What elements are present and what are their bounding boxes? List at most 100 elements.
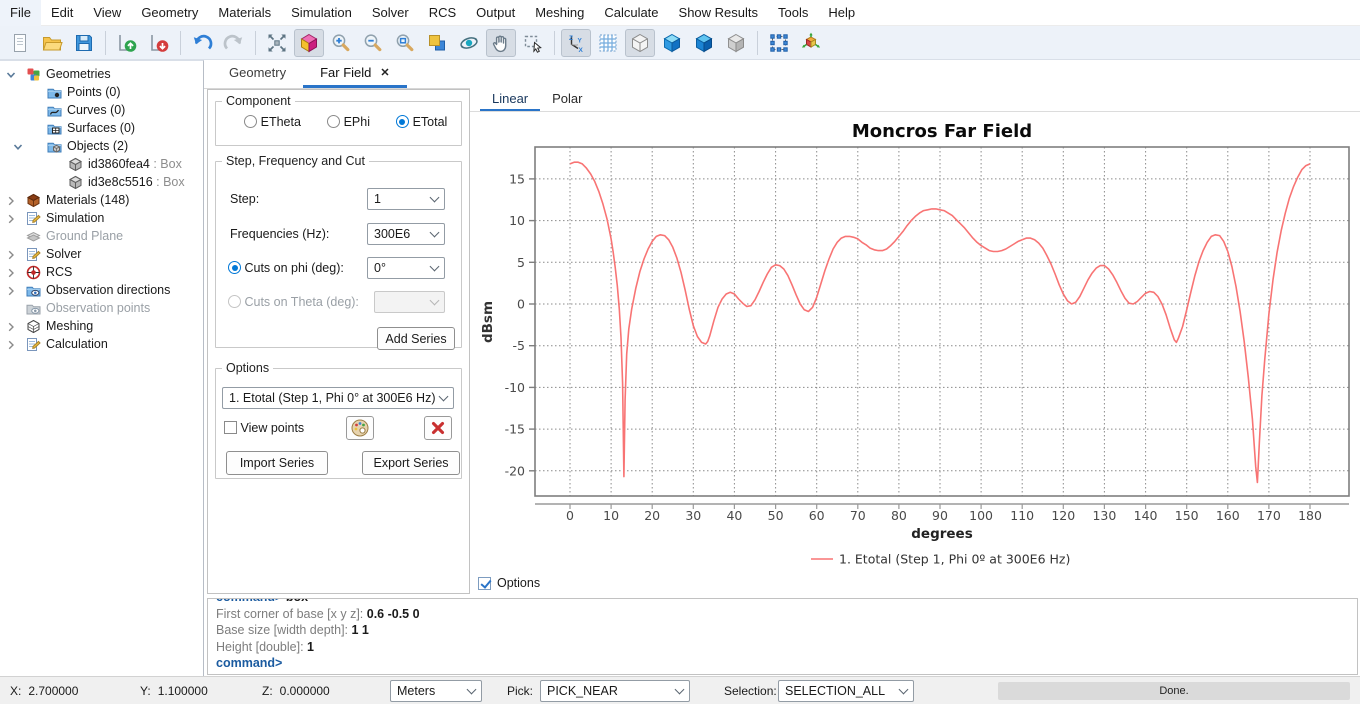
import-model-button[interactable] bbox=[112, 29, 142, 57]
cuts-phi-dropdown[interactable]: 0° bbox=[367, 257, 445, 279]
chart-options-toggle[interactable]: Options bbox=[478, 576, 540, 590]
cuts-phi-radio[interactable]: Cuts on phi (deg): bbox=[228, 261, 344, 275]
grid-view-button[interactable] bbox=[593, 29, 623, 57]
save-floppy-button[interactable] bbox=[69, 29, 99, 57]
svg-text:-10: -10 bbox=[505, 380, 525, 395]
menu-show-results[interactable]: Show Results bbox=[669, 0, 768, 26]
menu-meshing[interactable]: Meshing bbox=[525, 0, 594, 26]
wireframe-cube-button[interactable] bbox=[625, 29, 655, 57]
tree-item-simulation[interactable]: Simulation bbox=[0, 210, 203, 228]
menu-materials[interactable]: Materials bbox=[208, 0, 281, 26]
new-document-icon bbox=[9, 32, 31, 54]
view-points-label: View points bbox=[240, 421, 304, 435]
tree-item-observation-points[interactable]: Observation points bbox=[0, 300, 203, 318]
select-area-button[interactable] bbox=[518, 29, 548, 57]
series-color-palette-button[interactable] bbox=[346, 416, 374, 440]
tree-item-objects-2[interactable]: Objects (2) bbox=[0, 138, 203, 156]
series-selector-dropdown[interactable]: 1. Etotal (Step 1, Phi 0° at 300E6 Hz) bbox=[222, 387, 454, 409]
tab-linear[interactable]: Linear bbox=[480, 88, 540, 111]
tree-item-points-0[interactable]: Points (0) bbox=[0, 84, 203, 102]
menu-edit[interactable]: Edit bbox=[41, 0, 83, 26]
toolbar: ZYX bbox=[0, 26, 1360, 60]
sheet-icon bbox=[26, 337, 41, 355]
folder-eye-icon bbox=[26, 283, 41, 301]
selection-mode-dropdown[interactable]: SELECTION_ALL bbox=[778, 680, 914, 702]
shaded-cube-2-button[interactable] bbox=[689, 29, 719, 57]
tree-item-geometries[interactable]: Geometries bbox=[0, 66, 203, 84]
export-model-button[interactable] bbox=[144, 29, 174, 57]
shaded-cube-button[interactable] bbox=[657, 29, 687, 57]
tab-geometry[interactable]: Geometry bbox=[212, 60, 303, 88]
export-series-button[interactable]: Export Series bbox=[362, 451, 460, 475]
pan-hand-button[interactable] bbox=[486, 29, 516, 57]
command-console[interactable]: command> box First corner of base [x y z… bbox=[207, 598, 1358, 675]
radio-etheta[interactable]: ETheta bbox=[244, 114, 301, 129]
redo-button[interactable] bbox=[219, 29, 249, 57]
orbit-button[interactable] bbox=[454, 29, 484, 57]
tree-item-id3860fea4[interactable]: id3860fea4 : Box bbox=[0, 156, 203, 174]
menu-view[interactable]: View bbox=[83, 0, 131, 26]
step-dropdown[interactable]: 1 bbox=[367, 188, 445, 210]
fit-view-button[interactable] bbox=[262, 29, 292, 57]
radio-etotal[interactable]: ETotal bbox=[396, 114, 447, 129]
tree-item-solver[interactable]: Solver bbox=[0, 246, 203, 264]
coordinate-z: Z:0.000000 bbox=[262, 684, 330, 698]
tab-polar[interactable]: Polar bbox=[540, 88, 594, 111]
menu-file[interactable]: File bbox=[0, 0, 41, 26]
menu-simulation[interactable]: Simulation bbox=[281, 0, 362, 26]
undo-button[interactable] bbox=[187, 29, 217, 57]
hidden-cube-icon bbox=[725, 32, 747, 54]
chevron-down-icon bbox=[430, 295, 440, 305]
tree-item-surfaces-0[interactable]: Surfaces (0) bbox=[0, 120, 203, 138]
document-tab-bar: Geometry Far Field ✕ bbox=[204, 60, 1360, 89]
axes-view-button[interactable]: ZYX bbox=[561, 29, 591, 57]
chevron-expanded-icon bbox=[13, 142, 23, 152]
layers-button[interactable] bbox=[422, 29, 452, 57]
axis-cube-button[interactable] bbox=[796, 29, 826, 57]
tree-item-materials-148[interactable]: Materials (148) bbox=[0, 192, 203, 210]
tree-item-id3e8c5516[interactable]: id3e8c5516 : Box bbox=[0, 174, 203, 192]
far-field-chart: 151050-5-10-15-2001020304050607080901001… bbox=[470, 112, 1360, 574]
tree-item-ground-plane[interactable]: Ground Plane bbox=[0, 228, 203, 246]
menu-tools[interactable]: Tools bbox=[768, 0, 818, 26]
new-document-button[interactable] bbox=[5, 29, 35, 57]
tree-item-meshing[interactable]: Meshing bbox=[0, 318, 203, 336]
zoom-out-button[interactable] bbox=[358, 29, 388, 57]
radio-etotal-label: ETotal bbox=[413, 115, 448, 129]
selection-label: Selection: bbox=[724, 684, 777, 698]
view-points-checkbox[interactable]: View points bbox=[224, 421, 304, 435]
menu-help[interactable]: Help bbox=[818, 0, 865, 26]
tree-item-calculation[interactable]: Calculation bbox=[0, 336, 203, 354]
selection-handles-button[interactable] bbox=[764, 29, 794, 57]
tree-item-observation-directions[interactable]: Observation directions bbox=[0, 282, 203, 300]
svg-text:180: 180 bbox=[1298, 508, 1322, 523]
units-dropdown[interactable]: Meters bbox=[390, 680, 482, 702]
legend-label: 1. Etotal (Step 1, Phi 0º at 300E6 Hz) bbox=[839, 552, 1070, 567]
tab-far-field[interactable]: Far Field ✕ bbox=[303, 60, 407, 88]
svg-text:80: 80 bbox=[891, 508, 907, 523]
pick-mode-dropdown[interactable]: PICK_NEAR bbox=[540, 680, 690, 702]
frequencies-dropdown[interactable]: 300E6 bbox=[367, 223, 445, 245]
tree-item-label: Simulation bbox=[46, 211, 104, 225]
tab-close-icon[interactable]: ✕ bbox=[380, 66, 389, 79]
radio-ephi[interactable]: EPhi bbox=[327, 114, 370, 129]
tree-item-rcs[interactable]: RCS bbox=[0, 264, 203, 282]
tree-item-curves-0[interactable]: Curves (0) bbox=[0, 102, 203, 120]
menu-geometry[interactable]: Geometry bbox=[131, 0, 208, 26]
menu-output[interactable]: Output bbox=[466, 0, 525, 26]
import-series-button[interactable]: Import Series bbox=[226, 451, 328, 475]
zoom-in-button[interactable] bbox=[326, 29, 356, 57]
zoom-window-button[interactable] bbox=[390, 29, 420, 57]
add-series-button[interactable]: Add Series bbox=[377, 327, 455, 350]
svg-text:90: 90 bbox=[932, 508, 948, 523]
open-folder-button[interactable] bbox=[37, 29, 67, 57]
delete-series-button[interactable] bbox=[424, 416, 452, 440]
console-prompt-line[interactable]: command> bbox=[216, 655, 1349, 672]
step-groupbox-title: Step, Frequency and Cut bbox=[222, 154, 369, 168]
menu-rcs[interactable]: RCS bbox=[419, 0, 466, 26]
hidden-cube-button[interactable] bbox=[721, 29, 751, 57]
menu-calculate[interactable]: Calculate bbox=[594, 0, 668, 26]
menu-solver[interactable]: Solver bbox=[362, 0, 419, 26]
pan-hand-icon bbox=[490, 32, 512, 54]
view-cube-button[interactable] bbox=[294, 29, 324, 57]
